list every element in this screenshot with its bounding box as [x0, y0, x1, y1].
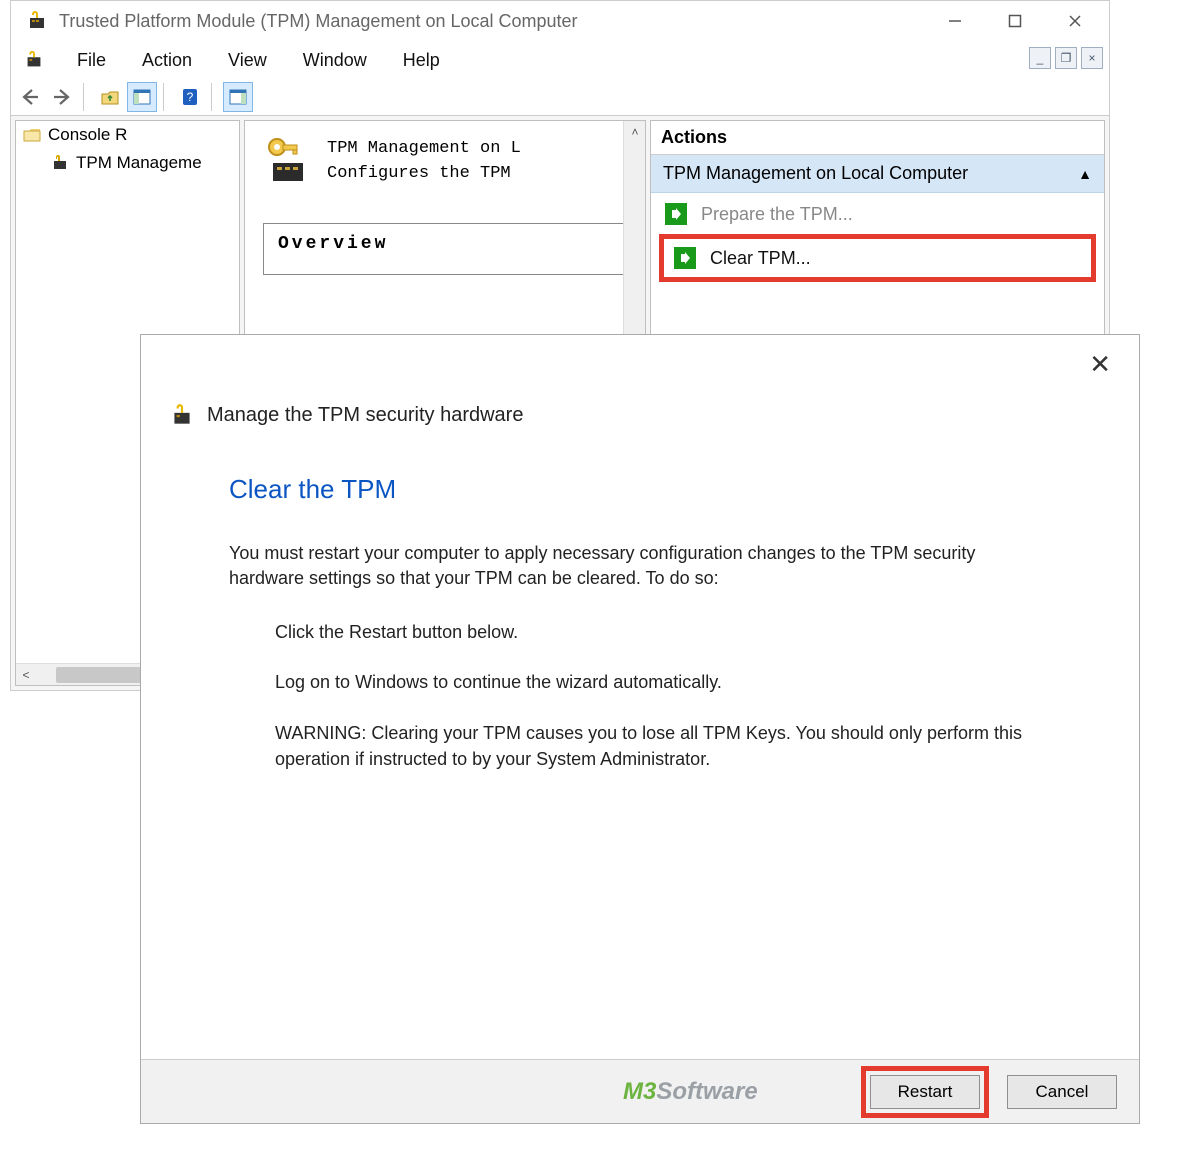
- dialog-steps: Click the Restart button below. Log on t…: [229, 619, 1079, 771]
- svg-text:?: ?: [187, 90, 194, 104]
- tpm-chip-icon: [50, 153, 70, 173]
- dialog-body: Clear the TPM You must restart your comp…: [141, 428, 1139, 772]
- tpm-chip-icon: [25, 9, 49, 33]
- highlight-clear-tpm: Clear TPM...: [659, 234, 1096, 282]
- action-clear-tpm[interactable]: Clear TPM...: [668, 243, 1087, 273]
- tpm-chip-icon: [169, 402, 195, 428]
- details-line2: Configures the TPM: [327, 161, 521, 187]
- menu-window[interactable]: Window: [285, 46, 385, 75]
- toolbar: ?: [11, 79, 1109, 115]
- details-header: TPM Management on L Configures the TPM: [245, 121, 645, 201]
- watermark: M3Software: [623, 1078, 758, 1106]
- dialog-title-row: Manage the TPM security hardware: [141, 384, 1139, 428]
- actions-header: Actions: [651, 121, 1104, 155]
- scroll-up-icon[interactable]: ˄: [624, 121, 646, 143]
- arrow-right-icon: [674, 247, 696, 269]
- dialog-title: Manage the TPM security hardware: [207, 404, 523, 427]
- action-prepare-label: Prepare the TPM...: [701, 204, 853, 225]
- menu-view[interactable]: View: [210, 46, 285, 75]
- menu-file[interactable]: File: [59, 46, 124, 75]
- watermark-m3: M3: [623, 1078, 656, 1105]
- watermark-software: Software: [656, 1078, 757, 1105]
- dialog-heading: Clear the TPM: [229, 474, 1079, 505]
- menu-help[interactable]: Help: [385, 46, 458, 75]
- tpm-chip-icon: [23, 49, 45, 71]
- tree-item-tpm[interactable]: TPM Manageme: [16, 149, 239, 177]
- cancel-button[interactable]: Cancel: [1007, 1075, 1117, 1109]
- dialog-step-2: Log on to Windows to continue the wizard…: [275, 669, 1079, 695]
- titlebar: Trusted Platform Module (TPM) Management…: [11, 1, 1109, 41]
- maximize-button[interactable]: [985, 1, 1045, 41]
- mdi-minimize-button[interactable]: _: [1029, 47, 1051, 69]
- toolbar-separator: [163, 83, 169, 111]
- forward-button[interactable]: [47, 82, 77, 112]
- action-clear-label: Clear TPM...: [710, 248, 811, 269]
- details-line1: TPM Management on L: [327, 136, 521, 162]
- mdi-controls: _ ❐ ×: [1029, 47, 1103, 69]
- tree-item-label: TPM Manageme: [76, 153, 202, 173]
- minimize-button[interactable]: [925, 1, 985, 41]
- mdi-restore-button[interactable]: ❐: [1055, 47, 1077, 69]
- key-chip-icon: [259, 135, 311, 187]
- back-button[interactable]: [15, 82, 45, 112]
- overview-title: Overview: [278, 234, 612, 254]
- dialog-titlebar: ✕: [141, 335, 1139, 384]
- clear-tpm-dialog: ✕ Manage the TPM security hardware Clear…: [140, 334, 1140, 1124]
- menu-action[interactable]: Action: [124, 46, 210, 75]
- tree-root[interactable]: Console R: [16, 121, 239, 149]
- help-button[interactable]: ?: [175, 82, 205, 112]
- actions-group-label: TPM Management on Local Computer: [663, 163, 968, 184]
- menubar: File Action View Window Help _ ❐ ×: [11, 41, 1109, 79]
- toolbar-separator: [83, 83, 89, 111]
- details-header-text: TPM Management on L Configures the TPM: [327, 136, 521, 187]
- show-hide-tree-button[interactable]: [127, 82, 157, 112]
- arrow-right-icon: [665, 203, 687, 225]
- up-folder-button[interactable]: [95, 82, 125, 112]
- folder-icon: [22, 125, 42, 145]
- dialog-step-warning: WARNING: Clearing your TPM causes you to…: [275, 720, 1079, 772]
- dialog-paragraph: You must restart your computer to apply …: [229, 541, 979, 591]
- close-button[interactable]: [1045, 1, 1105, 41]
- dialog-footer: M3Software Restart Cancel: [141, 1059, 1139, 1123]
- dialog-step-1: Click the Restart button below.: [275, 619, 1079, 645]
- window-title: Trusted Platform Module (TPM) Management…: [59, 11, 925, 32]
- collapse-icon: ▲: [1078, 166, 1092, 182]
- action-prepare-tpm[interactable]: Prepare the TPM...: [651, 193, 1104, 235]
- overview-section: Overview: [263, 223, 627, 275]
- scrollbar-thumb[interactable]: [56, 667, 146, 683]
- dialog-close-button[interactable]: ✕: [1079, 345, 1121, 384]
- highlight-restart: Restart: [861, 1066, 989, 1118]
- toolbar-separator: [211, 83, 217, 111]
- show-hide-action-button[interactable]: [223, 82, 253, 112]
- tree-root-label: Console R: [48, 125, 127, 145]
- restart-button[interactable]: Restart: [870, 1075, 980, 1109]
- window-controls: [925, 1, 1105, 41]
- actions-group-header[interactable]: TPM Management on Local Computer ▲: [651, 155, 1104, 193]
- mdi-close-button[interactable]: ×: [1081, 47, 1103, 69]
- scroll-left-icon[interactable]: <: [16, 665, 36, 685]
